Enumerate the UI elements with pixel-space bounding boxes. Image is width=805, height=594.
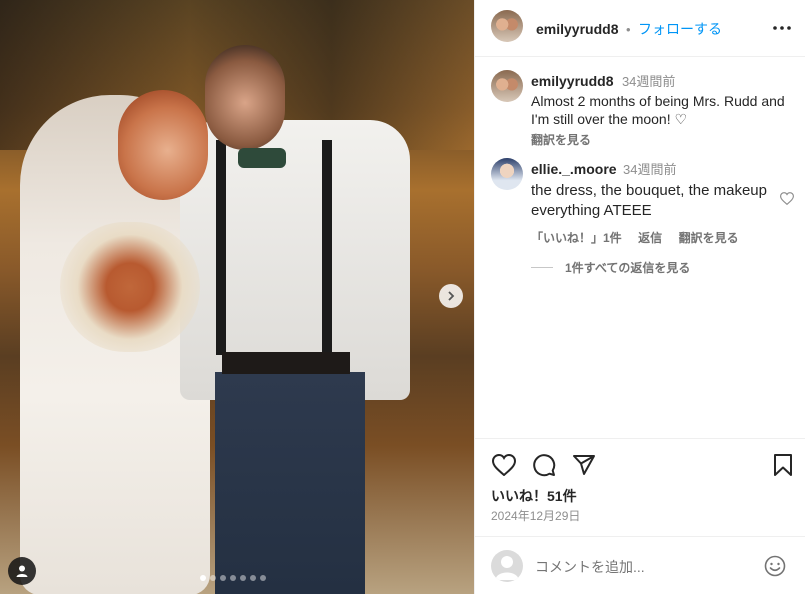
comment-likes[interactable]: 「いいね！」1件	[531, 231, 622, 245]
groom-jeans	[215, 372, 365, 594]
follow-button[interactable]: フォローする	[638, 21, 722, 37]
current-user-avatar	[491, 550, 523, 582]
comment-translate-link[interactable]: 翻訳を見る	[679, 231, 739, 245]
send-icon	[573, 455, 595, 475]
chevron-right-icon	[448, 291, 455, 301]
groom-belt	[222, 352, 350, 374]
replies-line	[531, 267, 553, 268]
post-side-panel: emilyyrudd8 • フォローする emilyyrudd8 34週間前 A…	[474, 0, 805, 594]
bookmark-icon	[774, 454, 792, 476]
caption-time[interactable]: 34週間前	[622, 74, 675, 89]
commenter-avatar[interactable]	[491, 158, 523, 190]
next-photo-button[interactable]	[439, 284, 463, 308]
caption-avatar[interactable]	[491, 70, 523, 102]
carousel-dot	[210, 575, 216, 581]
author-avatar[interactable]	[491, 10, 523, 42]
separator-dot: •	[625, 22, 631, 37]
bouquet	[60, 222, 200, 352]
emoji-button[interactable]	[763, 554, 787, 578]
emoji-icon	[764, 555, 786, 577]
like-count[interactable]: いいね！51件	[491, 486, 577, 506]
author-username[interactable]: emilyyrudd8	[536, 21, 618, 37]
comment-text: the dress, the bouquet, the makeup every…	[531, 182, 767, 219]
bride-head	[118, 90, 208, 200]
default-user-icon	[495, 556, 519, 580]
comment-input[interactable]	[533, 554, 757, 580]
view-replies-label[interactable]: 1件すべての返信を見る	[565, 259, 690, 276]
suspender-right	[322, 140, 332, 355]
comment-reply-button[interactable]: 返信	[638, 231, 662, 245]
post-date[interactable]: 2024年12月29日	[491, 507, 580, 524]
comment-button[interactable]	[531, 452, 557, 478]
author-line: emilyyrudd8 • フォローする	[536, 19, 722, 39]
view-replies[interactable]: 1件すべての返信を見る	[531, 259, 690, 276]
comment: ellie._.moore 34週間前 the dress, the bouqu…	[531, 159, 771, 247]
comment-time[interactable]: 34週間前	[623, 162, 676, 177]
carousel-dot	[230, 575, 236, 581]
carousel-dot	[200, 575, 206, 581]
comment-like-button[interactable]	[777, 189, 797, 207]
post-header: emilyyrudd8 • フォローする	[475, 0, 805, 57]
more-options-button[interactable]	[770, 16, 794, 40]
tagged-users-button[interactable]	[8, 557, 36, 585]
comment-username[interactable]: ellie._.moore	[531, 161, 617, 177]
groom-head	[205, 45, 285, 150]
more-horizontal-icon	[773, 26, 791, 30]
share-button[interactable]	[571, 452, 597, 478]
like-button[interactable]	[491, 452, 517, 478]
carousel-dot	[240, 575, 246, 581]
user-icon	[16, 565, 28, 577]
divider	[475, 536, 805, 537]
carousel-dot	[260, 575, 266, 581]
post-photo[interactable]	[0, 0, 474, 594]
caption-username[interactable]: emilyyrudd8	[531, 73, 613, 89]
caption-text: Almost 2 months of being Mrs. Rudd and I…	[531, 93, 785, 127]
comment-bubble-icon	[533, 454, 556, 477]
caption-translate-link[interactable]: 翻訳を見る	[531, 131, 791, 148]
carousel-dot	[220, 575, 226, 581]
suspender-left	[216, 140, 226, 355]
save-button[interactable]	[771, 452, 795, 478]
heart-icon	[492, 454, 516, 476]
carousel-dot	[250, 575, 256, 581]
bowtie	[238, 148, 286, 168]
divider	[475, 438, 805, 439]
heart-icon	[780, 191, 794, 205]
caption: emilyyrudd8 34週間前 Almost 2 months of bei…	[531, 71, 791, 148]
carousel-indicator	[200, 575, 266, 581]
comment-actions: 「いいね！」1件 返信 翻訳を見る	[531, 229, 771, 247]
